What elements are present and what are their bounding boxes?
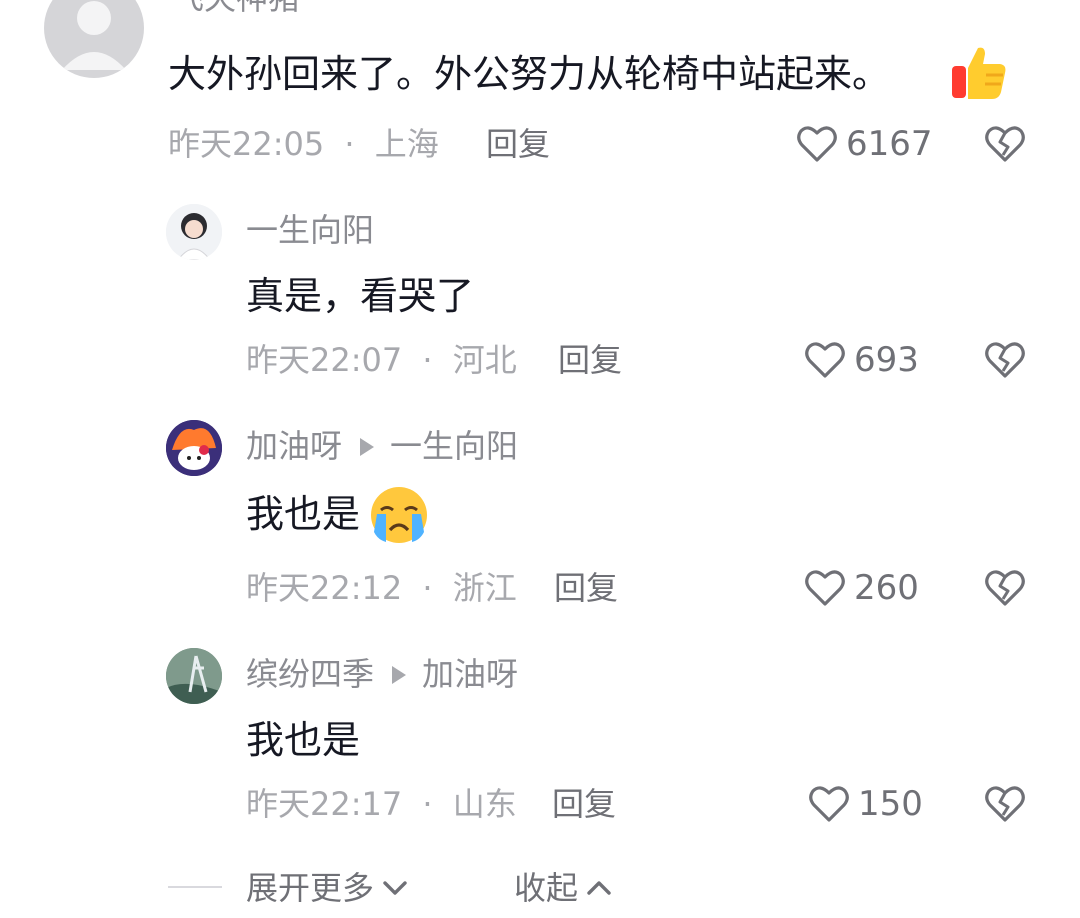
comment-author[interactable]: 加油呀 (246, 427, 342, 465)
comment-meta: 昨天22:05 · 上海 (168, 124, 439, 164)
collapse-button[interactable]: 收起 (514, 868, 612, 908)
comment-text: 我也是 (246, 492, 361, 536)
like-count: 150 (858, 784, 923, 824)
broken-heart-icon (985, 570, 1025, 606)
heart-outline-icon (797, 126, 837, 162)
comment-meta: 昨天22:07 · 河北 (246, 340, 517, 380)
dislike-button[interactable] (984, 568, 1026, 608)
avatar[interactable] (44, 0, 144, 78)
reply-arrow-icon (392, 665, 407, 684)
comment-text: 我也是 (246, 718, 361, 762)
dislike-button[interactable] (984, 340, 1026, 380)
collapse-label: 收起 (514, 869, 579, 907)
like-button[interactable]: 260 (804, 568, 919, 608)
comment-author[interactable]: 一生向阳 (246, 210, 374, 250)
reply-button[interactable]: 回复 (554, 568, 618, 608)
dislike-button[interactable] (984, 124, 1026, 164)
heart-outline-icon (809, 786, 849, 822)
comment-location: 山东 (452, 785, 517, 823)
comment-location: 浙江 (452, 569, 517, 607)
default-avatar-icon (62, 1, 126, 70)
meta-separator: · (344, 125, 355, 163)
like-count: 260 (854, 568, 919, 608)
comment-text: 大外孙回来了。外公努力从轮椅中站起来。 (168, 52, 891, 96)
user-avatar-image (166, 204, 222, 260)
meta-separator: · (422, 341, 433, 379)
comment-location: 河北 (452, 341, 517, 379)
comment-author-line: 加油呀 一生向阳 (246, 426, 518, 466)
comment-time: 昨天22:17 (246, 785, 403, 823)
comment-time: 昨天22:12 (246, 569, 403, 607)
crying-face-emoji (371, 487, 427, 543)
reply-button[interactable]: 回复 (552, 784, 616, 824)
expand-more-label: 展开更多 (246, 869, 375, 907)
comment-meta: 昨天22:12 · 浙江 (246, 568, 517, 608)
reply-button[interactable]: 回复 (558, 340, 622, 380)
broken-heart-icon (985, 786, 1025, 822)
thumbs-up-emoji (952, 47, 1006, 99)
comment-text: 真是，看哭了 (246, 274, 475, 318)
like-button[interactable]: 6167 (796, 124, 933, 164)
heart-outline-icon (805, 570, 845, 606)
comment-time: 昨天22:07 (246, 341, 403, 379)
reply-button[interactable]: 回复 (486, 124, 550, 164)
reply-to-author[interactable]: 一生向阳 (390, 427, 518, 465)
comment-meta: 昨天22:17 · 山东 (246, 784, 517, 824)
avatar[interactable] (166, 420, 222, 476)
thread-divider (168, 886, 222, 888)
reply-arrow-icon (360, 437, 375, 456)
like-button[interactable]: 150 (808, 784, 923, 824)
chevron-down-icon (383, 881, 407, 895)
expand-more-button[interactable]: 展开更多 (246, 868, 408, 908)
avatar[interactable] (166, 648, 222, 704)
chevron-up-icon (587, 881, 611, 895)
comment-author-line: 缤纷四季 加油呀 (246, 654, 518, 694)
like-button[interactable]: 693 (804, 340, 919, 380)
like-count: 693 (854, 340, 919, 380)
comment-author[interactable]: 飞天神猪 (172, 0, 300, 18)
broken-heart-icon (985, 342, 1025, 378)
reply-to-author[interactable]: 加油呀 (422, 655, 518, 693)
meta-separator: · (422, 569, 433, 607)
heart-outline-icon (805, 342, 845, 378)
like-count: 6167 (846, 124, 933, 164)
comment-location: 上海 (374, 125, 439, 163)
avatar[interactable] (166, 204, 222, 260)
broken-heart-icon (985, 126, 1025, 162)
comment-author[interactable]: 缤纷四季 (246, 655, 374, 693)
user-avatar-image (166, 648, 222, 704)
comment-time: 昨天22:05 (168, 125, 325, 163)
user-avatar-image (166, 420, 222, 476)
dislike-button[interactable] (984, 784, 1026, 824)
meta-separator: · (422, 785, 433, 823)
